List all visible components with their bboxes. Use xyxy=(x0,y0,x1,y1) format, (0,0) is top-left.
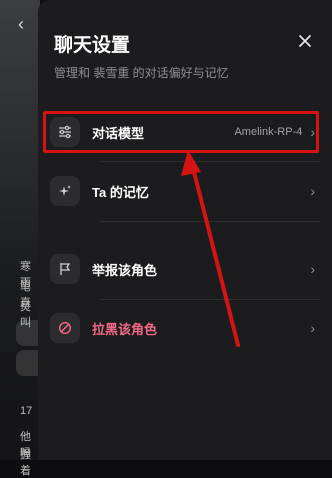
annotation-arrow-icon xyxy=(181,150,240,347)
